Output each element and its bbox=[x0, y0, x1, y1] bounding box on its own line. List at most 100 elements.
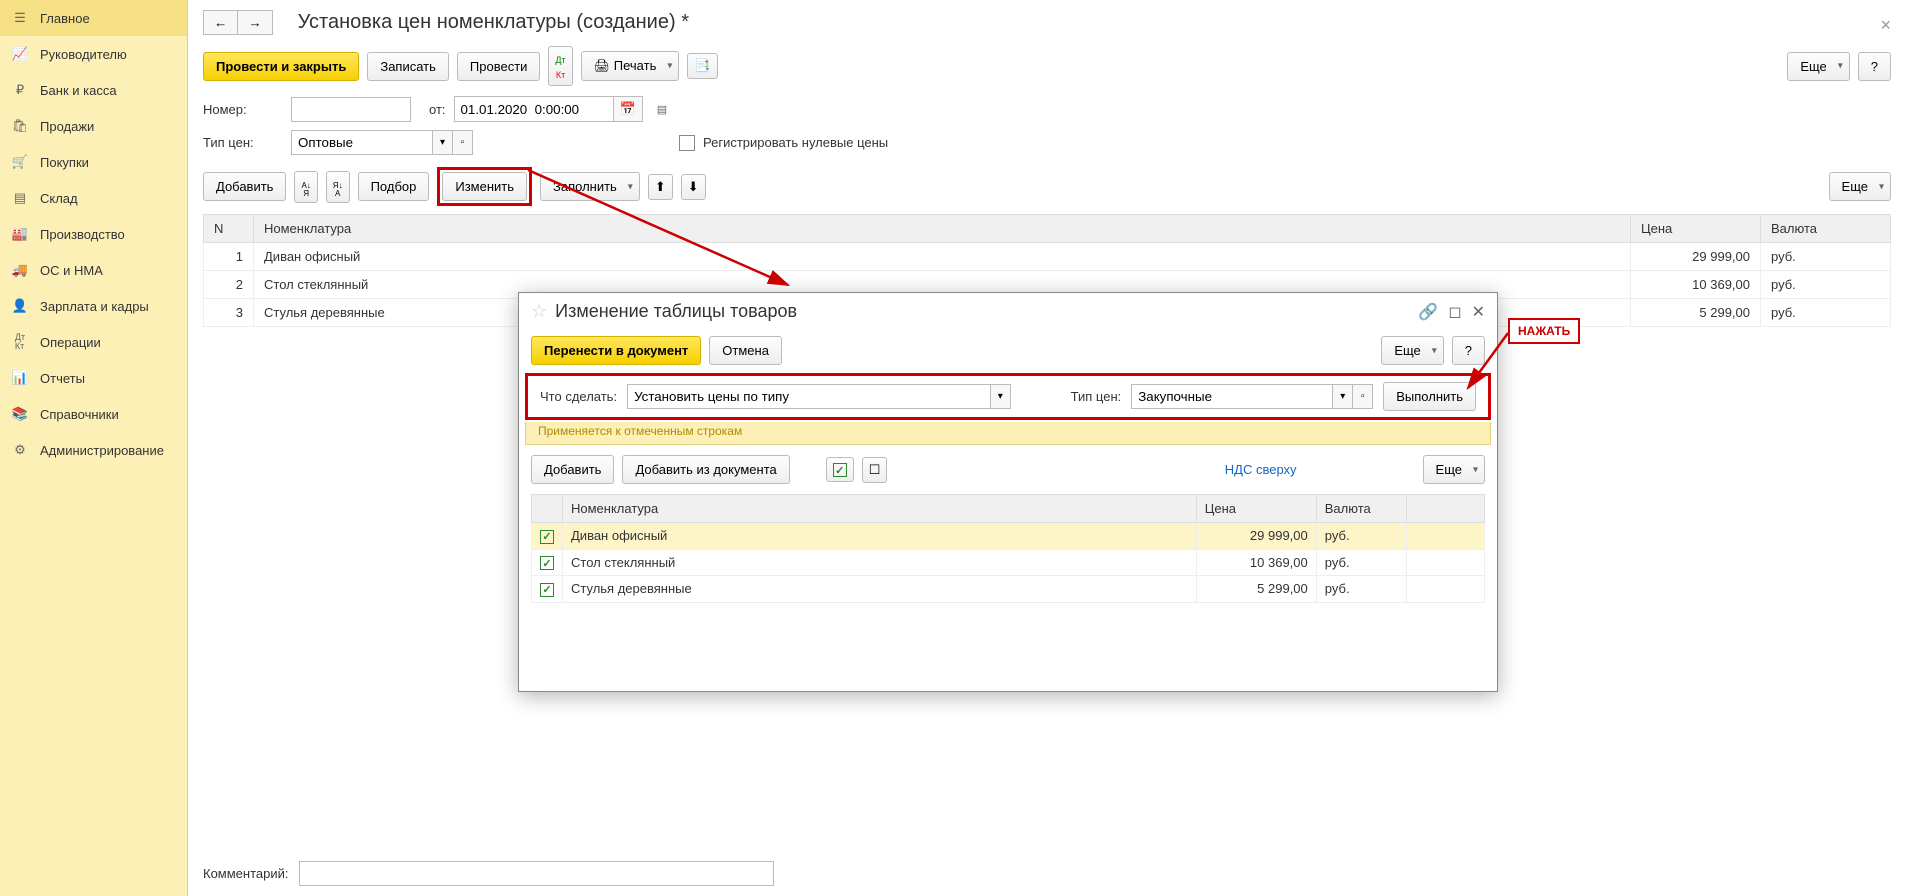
date-input[interactable] bbox=[454, 96, 614, 122]
nav-back-button[interactable]: ← bbox=[203, 10, 238, 35]
dcol-price[interactable]: Цена bbox=[1196, 495, 1316, 523]
sidebar-label: Главное bbox=[40, 11, 90, 26]
save-button[interactable]: Записать bbox=[367, 52, 449, 81]
dialog-row[interactable]: ✓ Диван офисный 29 999,00 руб. bbox=[532, 523, 1485, 550]
add-from-doc-button[interactable]: Добавить из документа bbox=[622, 455, 789, 484]
dialog-add-button[interactable]: Добавить bbox=[531, 455, 614, 484]
sidebar-item-purchases[interactable]: 🛒 Покупки bbox=[0, 144, 187, 180]
type-input[interactable] bbox=[1132, 385, 1332, 408]
col-price[interactable]: Цена bbox=[1631, 215, 1761, 243]
col-nomenclature[interactable]: Номенклатура bbox=[254, 215, 1631, 243]
cancel-button[interactable]: Отмена bbox=[709, 336, 782, 365]
dialog-more2-button[interactable]: Еще bbox=[1423, 455, 1485, 484]
sidebar-item-operations[interactable]: ДтКт Операции bbox=[0, 324, 187, 360]
row-checkbox[interactable]: ✓ bbox=[540, 583, 554, 597]
filter-row: Что сделать: ▾ Тип цен: ▾ ▫ Выполнить bbox=[525, 373, 1491, 420]
ruble-icon: ₽ bbox=[10, 80, 30, 100]
calendar-icon[interactable]: 📅 bbox=[614, 96, 643, 122]
reg-zero-label: Регистрировать нулевые цены bbox=[703, 135, 888, 150]
actions-more-button[interactable]: Еще bbox=[1829, 172, 1891, 201]
price-type-dropdown-icon[interactable]: ▾ bbox=[432, 131, 452, 154]
type-label: Тип цен: bbox=[1071, 389, 1122, 404]
move-up-button[interactable]: ⬆ bbox=[648, 174, 673, 200]
factory-icon: 🏭 bbox=[10, 224, 30, 244]
bar-chart-icon: 📊 bbox=[10, 368, 30, 388]
sidebar-item-production[interactable]: 🏭 Производство bbox=[0, 216, 187, 252]
sidebar-item-manager[interactable]: 📈 Руководителю bbox=[0, 36, 187, 72]
main-area: × ← → Установка цен номенклатуры (создан… bbox=[188, 0, 1906, 896]
sidebar-label: Производство bbox=[40, 227, 125, 242]
number-input[interactable] bbox=[291, 97, 411, 122]
dialog-close-icon[interactable]: ✕ bbox=[1472, 302, 1485, 322]
dialog-help-button[interactable]: ? bbox=[1452, 336, 1485, 365]
price-type-input[interactable] bbox=[292, 131, 432, 154]
execute-button[interactable]: Выполнить bbox=[1383, 382, 1476, 411]
uncheck-all-button[interactable]: ☐ bbox=[862, 457, 888, 483]
sidebar-item-admin[interactable]: ⚙ Администрирование bbox=[0, 432, 187, 468]
add-button[interactable]: Добавить bbox=[203, 172, 286, 201]
dcol-nomenclature[interactable]: Номенклатура bbox=[563, 495, 1197, 523]
maximize-icon[interactable]: ◻ bbox=[1448, 302, 1461, 322]
page-title: Установка цен номенклатуры (создание) * bbox=[298, 11, 689, 34]
sidebar-item-sales[interactable]: 🛍 Продажи bbox=[0, 108, 187, 144]
dialog-table: Номенклатура Цена Валюта ✓ Диван офисный… bbox=[531, 494, 1485, 603]
sidebar-item-main[interactable]: ☰ Главное bbox=[0, 0, 187, 36]
dtkt-button[interactable]: ДтКт bbox=[548, 46, 572, 86]
fill-button[interactable]: Заполнить bbox=[540, 172, 640, 201]
sidebar-item-bank[interactable]: ₽ Банк и касса bbox=[0, 72, 187, 108]
transfer-button[interactable]: Перенести в документ bbox=[531, 336, 701, 365]
sidebar-item-catalogs[interactable]: 📚 Справочники bbox=[0, 396, 187, 432]
post-and-close-button[interactable]: Провести и закрыть bbox=[203, 52, 359, 81]
sidebar-label: Продажи bbox=[40, 119, 94, 134]
from-label: от: bbox=[429, 102, 446, 117]
sort-asc-button[interactable]: А↓Я bbox=[294, 171, 317, 203]
gear-icon: ⚙ bbox=[10, 440, 30, 460]
table-row[interactable]: 1 Диван офисный 29 999,00 руб. bbox=[204, 243, 1891, 271]
close-icon[interactable]: × bbox=[1880, 15, 1891, 36]
what-dropdown-icon[interactable]: ▾ bbox=[990, 385, 1010, 408]
vat-link[interactable]: НДС сверху bbox=[1225, 462, 1297, 477]
more-button[interactable]: Еще bbox=[1787, 52, 1849, 81]
sort-desc-button[interactable]: Я↓А bbox=[326, 171, 350, 203]
col-n[interactable]: N bbox=[204, 215, 254, 243]
dialog-row[interactable]: ✓ Стулья деревянные 5 299,00 руб. bbox=[532, 576, 1485, 603]
list-icon[interactable]: ▤ bbox=[657, 103, 667, 116]
sidebar-item-reports[interactable]: 📊 Отчеты bbox=[0, 360, 187, 396]
sidebar-item-assets[interactable]: 🚚 ОС и НМА bbox=[0, 252, 187, 288]
dialog-title: Изменение таблицы товаров bbox=[555, 301, 1418, 322]
col-currency[interactable]: Валюта bbox=[1761, 215, 1891, 243]
change-button[interactable]: Изменить bbox=[442, 172, 527, 201]
dialog-row[interactable]: ✓ Стол стеклянный 10 369,00 руб. bbox=[532, 549, 1485, 576]
type-dropdown-icon[interactable]: ▾ bbox=[1332, 385, 1352, 408]
post-button[interactable]: Провести bbox=[457, 52, 541, 81]
move-down-button[interactable]: ⬇ bbox=[681, 174, 706, 200]
sidebar-label: Отчеты bbox=[40, 371, 85, 386]
what-input[interactable] bbox=[628, 385, 990, 408]
sidebar-item-hr[interactable]: 👤 Зарплата и кадры bbox=[0, 288, 187, 324]
reg-zero-checkbox[interactable] bbox=[679, 135, 695, 151]
row-checkbox[interactable]: ✓ bbox=[540, 556, 554, 570]
sidebar-label: Руководителю bbox=[40, 47, 127, 62]
pick-button[interactable]: Подбор bbox=[358, 172, 430, 201]
print-button[interactable]: 🖨 Печать bbox=[581, 51, 680, 81]
sidebar-item-warehouse[interactable]: ▤ Склад bbox=[0, 180, 187, 216]
dcol-extra[interactable] bbox=[1406, 495, 1484, 523]
dcol-currency[interactable]: Валюта bbox=[1316, 495, 1406, 523]
person-icon: 👤 bbox=[10, 296, 30, 316]
link-icon[interactable]: 🔗 bbox=[1418, 302, 1438, 322]
sidebar-label: Администрирование bbox=[40, 443, 164, 458]
book-icon: 📚 bbox=[10, 404, 30, 424]
create-based-button[interactable]: 📑 bbox=[687, 53, 717, 79]
nav-forward-button[interactable]: → bbox=[238, 10, 272, 35]
dialog-more-button[interactable]: Еще bbox=[1381, 336, 1443, 365]
row-checkbox[interactable]: ✓ bbox=[540, 530, 554, 544]
sidebar-label: Операции bbox=[40, 335, 101, 350]
col-check[interactable] bbox=[532, 495, 563, 523]
star-icon[interactable]: ☆ bbox=[531, 301, 547, 322]
type-open-icon[interactable]: ▫ bbox=[1352, 385, 1372, 408]
check-all-button[interactable]: ✓ bbox=[826, 457, 854, 483]
price-type-open-icon[interactable]: ▫ bbox=[452, 131, 472, 154]
comment-input[interactable] bbox=[299, 861, 774, 886]
bag-icon: 🛍 bbox=[10, 116, 30, 136]
help-button[interactable]: ? bbox=[1858, 52, 1891, 81]
